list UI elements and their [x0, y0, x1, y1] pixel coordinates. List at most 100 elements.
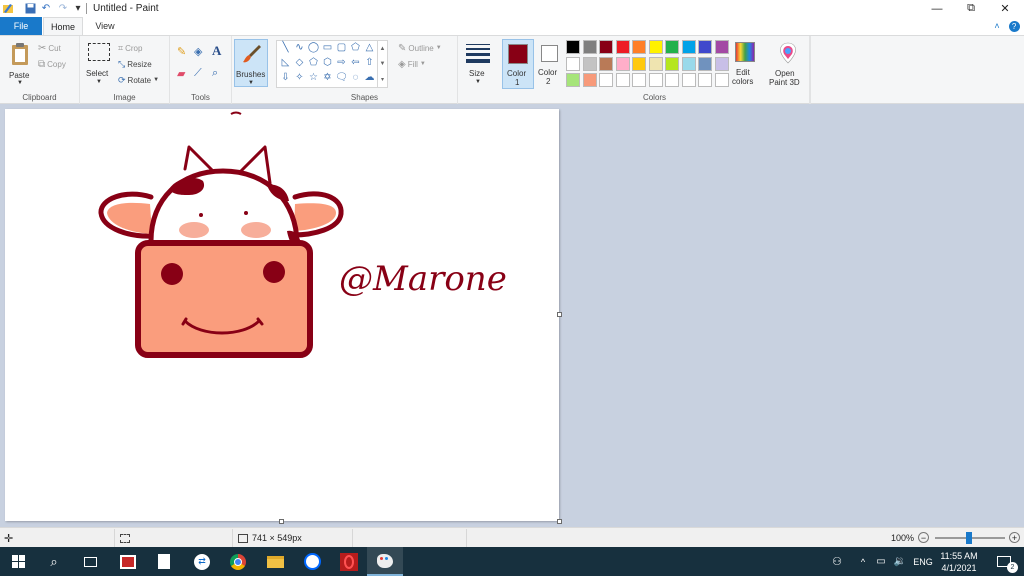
palette-swatch[interactable] — [582, 56, 597, 71]
task-view-button[interactable] — [72, 547, 108, 576]
palette-swatch[interactable] — [665, 56, 679, 71]
text-tool-icon[interactable]: A — [212, 43, 221, 59]
six-point-star-shape-icon[interactable]: ✡ — [321, 72, 334, 84]
taskbar-app-teamviewer[interactable]: ⇄ — [184, 547, 220, 576]
palette-swatch[interactable] — [681, 73, 696, 87]
shapes-scroll-down-icon[interactable]: ▼ — [380, 61, 386, 67]
palette-swatch[interactable] — [599, 73, 613, 87]
paint-app-icon[interactable] — [2, 2, 14, 14]
taskbar-app-zalo[interactable] — [294, 547, 330, 576]
right-triangle-shape-icon[interactable]: ◺ — [279, 57, 292, 69]
clock[interactable]: 11:55 AM 4/1/2021 — [936, 548, 982, 575]
taskbar-app-opera[interactable] — [331, 547, 367, 576]
close-button[interactable]: ✕ — [988, 0, 1022, 17]
drawing-canvas[interactable]: @Marone — [5, 109, 562, 524]
palette-swatch[interactable] — [566, 73, 580, 87]
taskbar-app-snipping[interactable] — [110, 547, 146, 576]
pentagon-shape-icon[interactable]: ⬠ — [307, 57, 320, 69]
shapes-scroll-up-icon[interactable]: ▲ — [380, 46, 386, 52]
color-picker-icon[interactable]: ⟋ — [194, 67, 202, 80]
four-point-star-shape-icon[interactable]: ✧ — [293, 72, 306, 84]
palette-swatch[interactable] — [665, 40, 679, 54]
tab-home[interactable]: Home — [43, 17, 83, 36]
fill-button[interactable]: ◈ Fill ▼ — [398, 57, 426, 71]
oval-callout-shape-icon[interactable]: ◌ — [349, 72, 362, 84]
language-indicator[interactable]: ENG — [910, 547, 936, 576]
help-icon[interactable]: ? — [1008, 20, 1020, 32]
right-arrow-shape-icon[interactable]: ⇨ — [335, 57, 348, 69]
resize-handle-corner[interactable] — [557, 519, 562, 524]
line-shape-icon[interactable]: ╲ — [279, 42, 292, 54]
pencil-icon[interactable]: ✎ — [177, 45, 186, 58]
palette-swatch[interactable] — [632, 56, 646, 71]
palette-swatch[interactable] — [566, 40, 580, 54]
fill-bucket-icon[interactable]: ◈ — [194, 45, 202, 58]
volume-icon[interactable]: 🔉 — [890, 547, 910, 576]
eraser-icon[interactable]: ▰ — [177, 67, 185, 80]
tab-file[interactable]: File — [0, 17, 42, 35]
zoom-out-button[interactable]: − — [918, 532, 929, 543]
maximize-button[interactable]: ⧉ — [954, 0, 988, 17]
undo-icon[interactable]: ↶ — [40, 2, 52, 14]
shapes-scroll[interactable]: ▲ ▼ ▾ — [377, 41, 387, 87]
palette-swatch[interactable] — [698, 56, 712, 71]
minimize-button[interactable]: — — [920, 0, 954, 17]
copy-button[interactable]: ⧉ Copy — [38, 57, 66, 71]
palette-swatch[interactable] — [665, 73, 679, 87]
palette-swatch[interactable] — [648, 40, 663, 54]
color1-button[interactable]: Color 1 — [502, 39, 534, 89]
show-hidden-icons-button[interactable]: ^ — [854, 547, 872, 576]
save-icon[interactable] — [24, 2, 36, 14]
rectangle-shape-icon[interactable]: ▭ — [321, 42, 334, 54]
palette-swatch[interactable] — [714, 40, 729, 54]
palette-swatch[interactable] — [648, 56, 663, 71]
action-center-button[interactable]: 2 — [986, 547, 1022, 576]
triangle-shape-icon[interactable]: △ — [363, 42, 376, 54]
palette-swatch[interactable] — [615, 73, 630, 87]
start-button[interactable] — [0, 547, 36, 576]
network-icon[interactable]: ▭ — [872, 547, 890, 576]
taskbar-app-file-explorer[interactable] — [257, 547, 293, 576]
palette-swatch[interactable] — [632, 40, 646, 54]
palette-swatch[interactable] — [714, 73, 729, 87]
shapes-gallery[interactable]: ╲ ∿ ◯ ▭ ▢ ⬠ △ ◺ ◇ ⬠ ⬡ ⇨ ⇦ ⇧ ⇩ ✧ ☆ ✡ 🗨 ◌ … — [276, 40, 388, 88]
resize-handle-bottom[interactable] — [279, 519, 284, 524]
up-arrow-shape-icon[interactable]: ⇧ — [363, 57, 376, 69]
zoom-slider-thumb[interactable] — [966, 532, 972, 544]
palette-swatch[interactable] — [648, 73, 663, 87]
oval-shape-icon[interactable]: ◯ — [307, 42, 320, 54]
palette-swatch[interactable] — [681, 56, 696, 71]
tab-view[interactable]: View — [85, 17, 125, 35]
palette-swatch[interactable] — [615, 40, 630, 54]
down-arrow-shape-icon[interactable]: ⇩ — [279, 72, 292, 84]
cut-button[interactable]: ✂ Cut — [38, 41, 61, 55]
taskbar-app-notepad[interactable] — [146, 547, 182, 576]
brushes-button[interactable]: Brushes ▼ — [234, 39, 268, 87]
taskbar-app-paint[interactable] — [367, 547, 403, 576]
redo-icon[interactable]: ↷ — [57, 2, 69, 14]
edit-colors-button[interactable]: Edit colors — [732, 40, 760, 88]
select-button[interactable]: Select ▼ — [84, 40, 114, 90]
cloud-callout-shape-icon[interactable]: ☁ — [363, 72, 376, 84]
paste-button[interactable]: Paste ▼ — [6, 40, 34, 90]
five-point-star-shape-icon[interactable]: ☆ — [307, 72, 320, 84]
color2-button[interactable]: Color 2 — [536, 39, 566, 89]
resize-handle-right[interactable] — [557, 312, 562, 317]
palette-swatch[interactable] — [582, 73, 597, 87]
polygon-shape-icon[interactable]: ⬠ — [349, 42, 362, 54]
hexagon-shape-icon[interactable]: ⬡ — [321, 57, 334, 69]
magnifier-icon[interactable]: ⌕ — [212, 67, 218, 80]
palette-swatch[interactable] — [714, 56, 729, 71]
curve-shape-icon[interactable]: ∿ — [293, 42, 306, 54]
people-icon[interactable]: ⚇ — [824, 547, 850, 576]
collapse-ribbon-icon[interactable]: ˄ — [994, 21, 999, 31]
taskbar-app-chrome[interactable] — [220, 547, 256, 576]
palette-swatch[interactable] — [566, 56, 580, 71]
outline-button[interactable]: ✎ Outline ▼ — [398, 41, 442, 55]
rounded-callout-shape-icon[interactable]: 🗨 — [335, 72, 348, 84]
palette-swatch[interactable] — [632, 73, 646, 87]
palette-swatch[interactable] — [698, 40, 712, 54]
palette-swatch[interactable] — [599, 40, 613, 54]
customize-quick-access-button[interactable]: ▾ — [72, 2, 84, 14]
search-button[interactable]: ⌕ — [36, 547, 72, 576]
